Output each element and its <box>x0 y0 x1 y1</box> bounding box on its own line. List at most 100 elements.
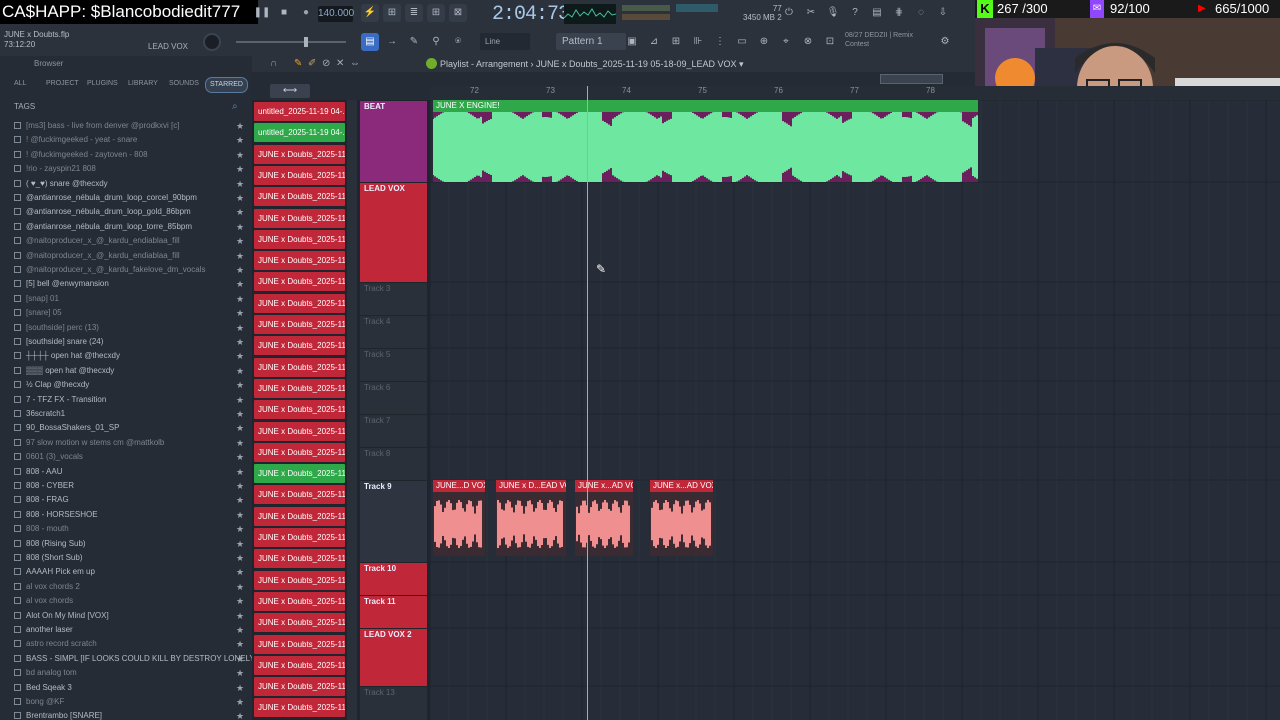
star-icon[interactable]: ★ <box>236 522 244 536</box>
picker-scrollbar[interactable] <box>347 100 357 720</box>
picker-clip[interactable]: JUNE x Doubts_2025-11-... <box>254 251 345 271</box>
browser-item[interactable]: 97 slow motion w stems cm @mattkolb ★ <box>0 436 252 450</box>
tab-sounds[interactable]: SOUNDS <box>169 77 199 91</box>
picker-scroll-icon[interactable]: ⟷ <box>270 84 310 98</box>
picker-clip[interactable]: JUNE x Doubts_2025-11-... <box>254 485 345 505</box>
track-header[interactable]: Track 5 <box>360 348 427 381</box>
star-icon[interactable]: ★ <box>236 205 244 219</box>
picker-clip[interactable]: JUNE x Doubts_2025-11-... <box>254 677 345 697</box>
star-icon[interactable]: ★ <box>236 465 244 479</box>
news-hint[interactable]: 08/27 DEDZII | Remix Contest <box>845 31 913 49</box>
browser-item[interactable]: 0601 (3)_vocals ★ <box>0 450 252 464</box>
track-header[interactable]: Track 11 <box>360 595 427 628</box>
star-icon[interactable]: ★ <box>236 220 244 234</box>
browser-item[interactable]: astro record scratch ★ <box>0 637 252 651</box>
channel-slider[interactable] <box>236 41 346 43</box>
picker-clip[interactable]: JUNE x Doubts_2025-11-... <box>254 528 345 547</box>
browser-item[interactable]: 808 - CYBER ★ <box>0 479 252 493</box>
star-icon[interactable]: ★ <box>236 277 244 291</box>
star-icon[interactable]: ★ <box>236 594 244 608</box>
browser-item[interactable]: 808 - mouth ★ <box>0 522 252 536</box>
picker-clip[interactable]: JUNE x Doubts_2025-11-... <box>254 464 345 484</box>
star-icon[interactable]: ★ <box>236 292 244 306</box>
picker-clip[interactable]: JUNE x Doubts_2025-11-... <box>254 187 345 207</box>
arrangement-grid[interactable]: JUNE X ENGINE! JUNE...D VOX JUNE x D...EAD… <box>430 100 1280 720</box>
star-icon[interactable]: ★ <box>236 234 244 248</box>
star-icon[interactable]: ★ <box>236 148 244 162</box>
link-icon[interactable]: ⚲ <box>427 33 445 51</box>
browser-item[interactable]: 808 - HORSESHOE ★ <box>0 508 252 522</box>
star-icon[interactable]: ★ <box>236 177 244 191</box>
browser-item[interactable]: ! @fuckimgeeked - yeat - snare ★ <box>0 133 252 147</box>
playlist-icon[interactable]: ▤ <box>361 33 379 51</box>
vox-clip[interactable]: JUNE x D...EAD VOX <box>496 480 566 556</box>
record-button[interactable]: ● <box>297 4 315 22</box>
browser-item[interactable]: ! @fuckimgeeked - zaytoven - 808 ★ <box>0 148 252 162</box>
star-icon[interactable]: ★ <box>236 695 244 709</box>
star-icon[interactable]: ★ <box>236 393 244 407</box>
track-header[interactable]: Track 13 <box>360 686 427 720</box>
graph-icon[interactable]: ⊿ <box>645 33 663 51</box>
plugin-icon[interactable]: ⊕ <box>755 33 773 51</box>
browser-item[interactable]: 808 (Rising Sub) ★ <box>0 537 252 551</box>
draw-icon[interactable]: ✎ <box>405 33 423 51</box>
star-icon[interactable]: ★ <box>236 364 244 378</box>
picker-clip[interactable]: JUNE x Doubts_2025-11-... <box>254 698 345 718</box>
star-icon[interactable]: ★ <box>236 652 244 666</box>
star-icon[interactable]: ★ <box>236 162 244 176</box>
tuner-icon[interactable]: ⌖ <box>777 33 795 51</box>
browser-item[interactable]: Bed Sqeak 3 ★ <box>0 681 252 695</box>
slip-icon[interactable]: ⇔ <box>350 58 360 69</box>
star-icon[interactable]: ★ <box>236 306 244 320</box>
picker-clip[interactable]: JUNE x Doubts_2025-11-... <box>254 315 345 334</box>
browser-item[interactable]: AAAAH Pick em up ★ <box>0 565 252 579</box>
tab-starred[interactable]: STARRED <box>205 77 248 93</box>
mixer-icon[interactable]: ⋕ <box>890 4 908 22</box>
browser-item[interactable]: 90_BossaShakers_01_SP ★ <box>0 421 252 435</box>
picker-clip[interactable]: JUNE x Doubts_2025-11-... <box>254 400 345 420</box>
tab-plugins[interactable]: PLUGINS <box>87 77 118 91</box>
star-icon[interactable]: ★ <box>236 551 244 565</box>
star-icon[interactable]: ★ <box>236 263 244 277</box>
browser-item[interactable]: @naitoproducer_x_@_kardu_endiablaa_fill ★ <box>0 249 252 263</box>
browser-item[interactable]: Alot On My Mind [VOX] ★ <box>0 609 252 623</box>
channel-knob[interactable] <box>203 33 221 51</box>
undo-icon[interactable]: ✂ <box>802 4 820 22</box>
tab-library[interactable]: LIBRARY <box>128 77 158 91</box>
tab-project[interactable]: PROJECT <box>46 77 79 91</box>
picker-clip[interactable]: JUNE x Doubts_2025-11-... <box>254 655 345 675</box>
browser-item[interactable]: al vox chords 2 ★ <box>0 580 252 594</box>
star-icon[interactable]: ★ <box>236 681 244 695</box>
track-header[interactable]: BEAT <box>360 100 427 182</box>
track-header[interactable]: Track 6 <box>360 381 427 414</box>
star-icon[interactable]: ★ <box>236 421 244 435</box>
browser-item[interactable]: ( ♥_♥) snare @thecxdy ★ <box>0 177 252 191</box>
browser-item[interactable]: bong @KF ★ <box>0 695 252 709</box>
star-icon[interactable]: ★ <box>236 119 244 133</box>
picker-clip[interactable]: JUNE x Doubts_2025-11-... <box>254 144 345 164</box>
browser-item[interactable]: 808 - AAU ★ <box>0 465 252 479</box>
video-icon[interactable]: ⊗ <box>799 33 817 51</box>
picker-clip[interactable]: JUNE x Doubts_2025-11-... <box>254 421 345 441</box>
master-pitch-bar[interactable] <box>622 14 670 20</box>
beat-clip[interactable]: JUNE X ENGINE! <box>433 100 978 182</box>
download-icon[interactable]: ⇩ <box>934 4 952 22</box>
picker-clip[interactable]: untitled_2025-11-19 04-... <box>254 102 345 121</box>
star-icon[interactable]: ★ <box>236 479 244 493</box>
chat-icon[interactable]: ◌ <box>912 4 930 22</box>
vox-clip[interactable]: JUNE x...AD VOX <box>575 480 633 556</box>
browser-item[interactable]: ½ Clap @thecxdy ★ <box>0 378 252 392</box>
pencil-icon[interactable]: ✎ <box>294 58 302 69</box>
star-icon[interactable]: ★ <box>236 249 244 263</box>
browser-item[interactable]: bd analog tom ★ <box>0 666 252 680</box>
browser-item[interactable]: [snap] 01 ★ <box>0 292 252 306</box>
browser-item[interactable]: ▒▒▒ open hat @thecxdy ★ <box>0 364 252 378</box>
picker-clip[interactable]: JUNE x Doubts_2025-11-... <box>254 208 345 228</box>
track-header[interactable]: Track 4 <box>360 315 427 348</box>
search-icon[interactable]: ⌕ <box>232 102 242 112</box>
star-icon[interactable]: ★ <box>236 191 244 205</box>
mic-icon[interactable]: 🎙 <box>824 4 842 22</box>
track-header[interactable]: Track 3 <box>360 282 427 315</box>
picker-clip[interactable]: JUNE x Doubts_2025-11-... <box>254 229 345 249</box>
loop-record-icon[interactable]: ⊞ <box>427 4 445 22</box>
